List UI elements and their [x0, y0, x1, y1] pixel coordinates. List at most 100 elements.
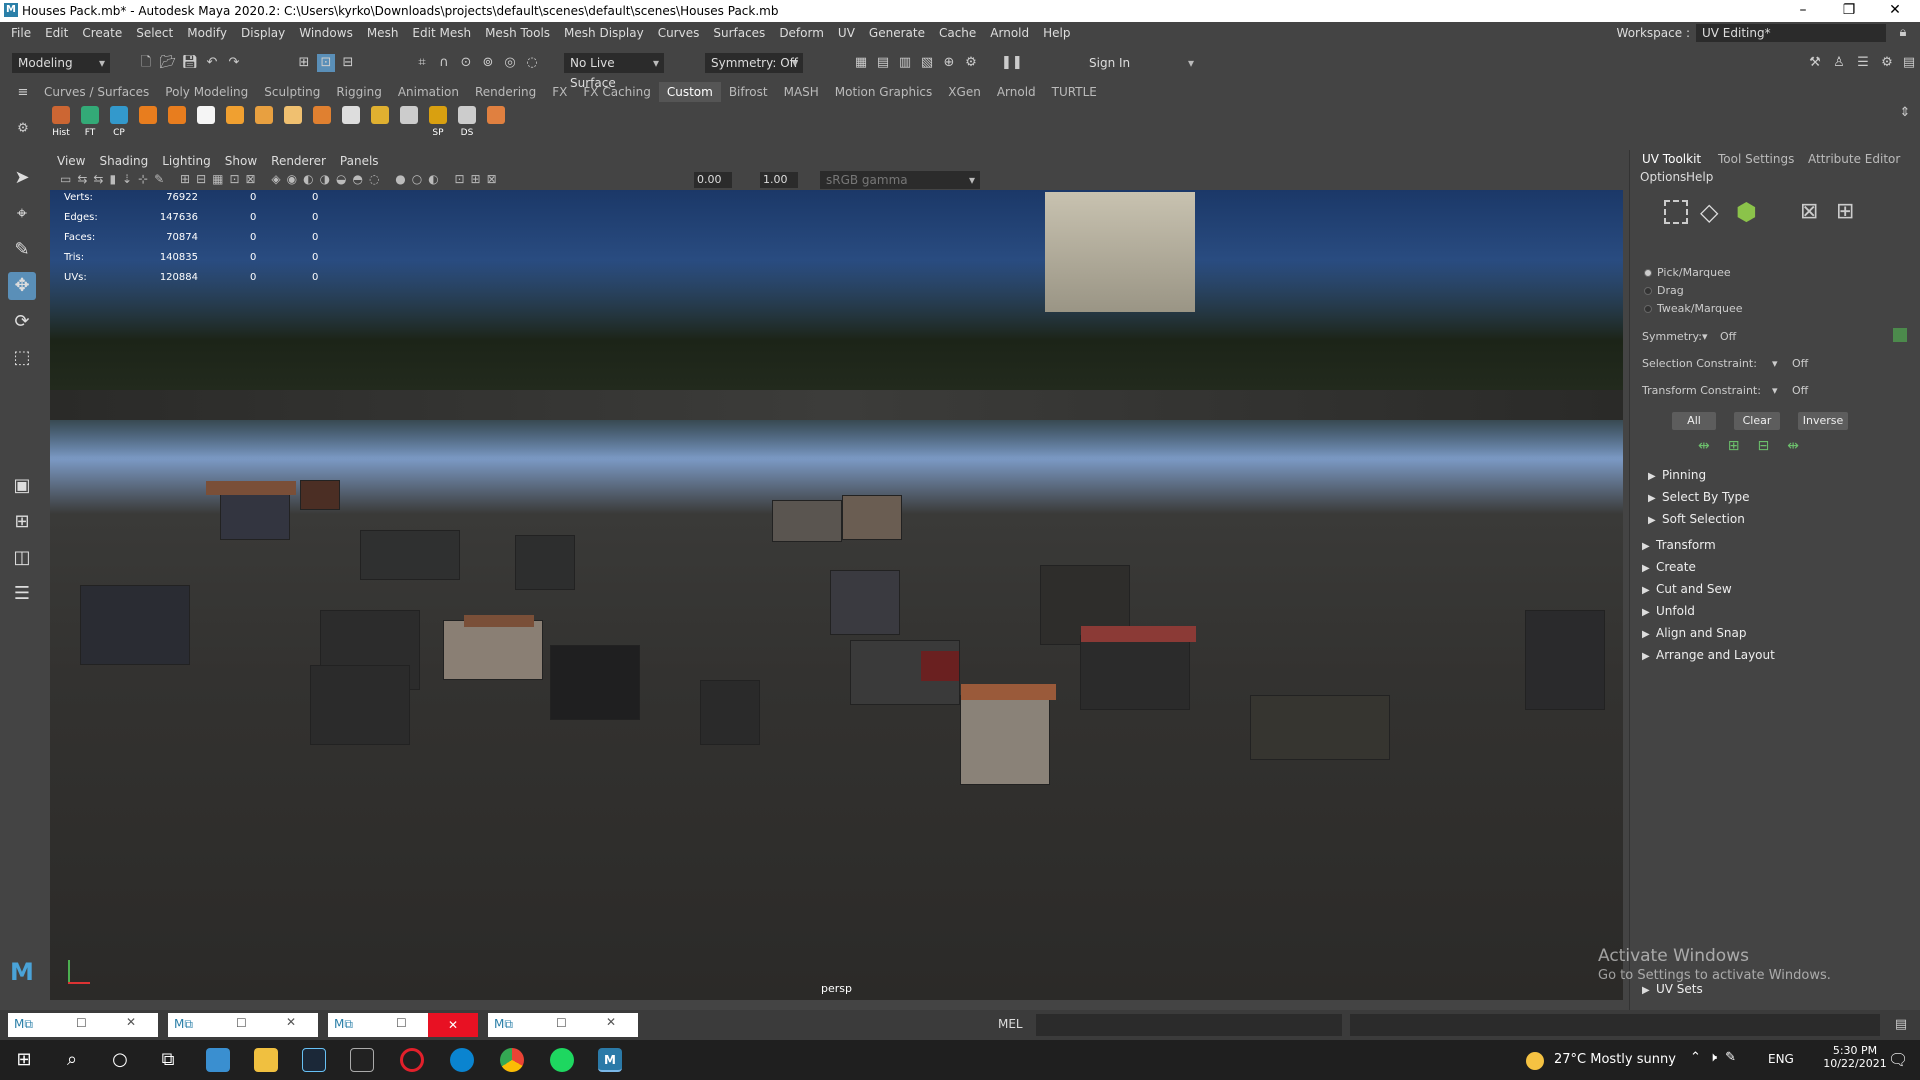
open-scene-icon[interactable]: 📂︎: [159, 54, 177, 72]
scale-tool-icon[interactable]: ⬚: [8, 344, 36, 372]
snap-plane-icon[interactable]: ⊚: [479, 54, 497, 72]
minimized-window[interactable]: M⧉ ☐ ✕: [328, 1013, 478, 1037]
ipr-render-icon[interactable]: ▤: [874, 54, 892, 72]
lasso-tool-icon[interactable]: ⌖: [8, 200, 36, 228]
select-component-icon[interactable]: ⊟: [339, 54, 357, 72]
symmetry-value[interactable]: Off: [1720, 330, 1736, 343]
section-align-and-snap[interactable]: ▶ Align and Snap: [1642, 624, 1914, 642]
house-model[interactable]: [360, 530, 460, 580]
shelf-button[interactable]: FT: [75, 104, 105, 138]
shelf-tab-curves-surfaces[interactable]: Curves / Surfaces: [36, 82, 157, 102]
section-pinning[interactable]: ▶ Pinning: [1642, 466, 1914, 484]
save-scene-icon[interactable]: 💾︎: [181, 54, 199, 72]
mode-radio-tweak-marquee[interactable]: Tweak/Marquee: [1644, 302, 1743, 315]
pause-viewport-icon[interactable]: ❚❚: [1001, 54, 1023, 72]
undo-icon[interactable]: ↶: [203, 54, 221, 72]
house-model[interactable]: [1250, 695, 1390, 760]
language-indicator[interactable]: ENG: [1768, 1052, 1794, 1066]
viewport-menu-lighting[interactable]: Lighting: [155, 152, 218, 170]
shelf-button[interactable]: [133, 104, 163, 136]
shelf-button[interactable]: [278, 104, 308, 136]
menu-surfaces[interactable]: Surfaces: [706, 22, 772, 44]
new-scene-icon[interactable]: 🗋︎: [137, 54, 155, 72]
menu-mesh-tools[interactable]: Mesh Tools: [478, 22, 557, 44]
edge-mode-icon[interactable]: ◇: [1700, 198, 1728, 226]
menu-display[interactable]: Display: [234, 22, 292, 44]
shelf-button[interactable]: Hist: [46, 104, 76, 138]
menu-cache[interactable]: Cache: [932, 22, 983, 44]
chrome-icon[interactable]: [500, 1048, 524, 1072]
lock-icon[interactable]: 🔒︎: [1894, 24, 1912, 42]
steam-icon[interactable]: [302, 1048, 326, 1072]
live-surface-field[interactable]: No Live Surface: [564, 53, 664, 90]
color-space-dropdown[interactable]: sRGB gamma: [820, 171, 980, 189]
shelf-button[interactable]: [307, 104, 337, 136]
selection-constraint-arrow-icon[interactable]: ▾: [1772, 357, 1778, 370]
menu-mesh-display[interactable]: Mesh Display: [557, 22, 651, 44]
sign-in-dropdown[interactable]: Sign In: [1083, 53, 1199, 73]
edge-icon[interactable]: [450, 1048, 474, 1072]
clear-selection-button[interactable]: Clear: [1734, 412, 1780, 430]
symmetry-toggle-icon[interactable]: [1893, 328, 1907, 342]
house-model[interactable]: [700, 680, 760, 745]
house-model[interactable]: [443, 615, 543, 680]
section-cut-and-sew[interactable]: ▶ Cut and Sew: [1642, 580, 1914, 598]
menu-file[interactable]: File: [4, 22, 38, 44]
house-model[interactable]: [850, 640, 960, 705]
menu-deform[interactable]: Deform: [772, 22, 831, 44]
shelf-tab-arnold[interactable]: Arnold: [989, 82, 1044, 102]
render-settings-icon[interactable]: ▥: [896, 54, 914, 72]
maximize-button[interactable]: ❐: [1826, 0, 1872, 22]
spotify-icon[interactable]: [550, 1048, 574, 1072]
outliner-icon[interactable]: ☰: [8, 580, 36, 608]
section-soft-selection[interactable]: ▶ Soft Selection: [1642, 510, 1914, 528]
snap-live-icon[interactable]: ◌: [523, 54, 541, 72]
shelf-button[interactable]: [481, 104, 511, 136]
tab-attribute-editor[interactable]: Attribute Editor: [1808, 152, 1900, 166]
shelf-tab-sculpting[interactable]: Sculpting: [256, 82, 328, 102]
select-hierarchy-icon[interactable]: ⊞: [295, 54, 313, 72]
shelf-tab-custom[interactable]: Custom: [658, 82, 721, 102]
move-tool-icon[interactable]: ✥: [8, 272, 36, 300]
mode-radio-pick-marquee[interactable]: Pick/Marquee: [1644, 266, 1731, 279]
menu-generate[interactable]: Generate: [862, 22, 932, 44]
menu-curves[interactable]: Curves: [651, 22, 707, 44]
epic-games-icon[interactable]: [350, 1048, 374, 1072]
pinned-app-icon[interactable]: [206, 1048, 230, 1072]
rotate-tool-icon[interactable]: ⟳: [8, 308, 36, 336]
shelf-tab-animation[interactable]: Animation: [390, 82, 467, 102]
house-model[interactable]: [960, 684, 1056, 785]
shelf-button[interactable]: [336, 104, 366, 136]
menu-set-dropdown[interactable]: Modeling: [12, 53, 110, 73]
paint-select-icon[interactable]: ✎: [8, 236, 36, 264]
shelf-button[interactable]: [249, 104, 279, 136]
shelf-button[interactable]: [191, 104, 221, 136]
single-view-icon[interactable]: ▣: [8, 472, 36, 500]
shelf-button[interactable]: SP: [423, 104, 453, 138]
house-model[interactable]: [842, 495, 902, 540]
symmetry-dropdown[interactable]: Symmetry: Off: [705, 53, 803, 73]
menu-create[interactable]: Create: [75, 22, 129, 44]
help-menu[interactable]: Help: [1686, 170, 1713, 184]
house-model[interactable]: [515, 535, 575, 590]
menu-edit[interactable]: Edit: [38, 22, 75, 44]
section-unfold[interactable]: ▶ Unfold: [1642, 602, 1914, 620]
tray-icons[interactable]: ⌃🕨︎✎: [1690, 1050, 1744, 1065]
snap-point-icon[interactable]: ⊙: [457, 54, 475, 72]
symmetry-arrow-icon[interactable]: ▾: [1702, 330, 1708, 343]
attribute-editor-icon[interactable]: ☰: [1854, 54, 1872, 72]
snap-surface-icon[interactable]: ◎: [501, 54, 519, 72]
house-model[interactable]: [310, 665, 410, 745]
house-model[interactable]: [80, 585, 190, 665]
tool-settings-icon[interactable]: ⚙︎: [1878, 54, 1896, 72]
house-model[interactable]: [1525, 610, 1605, 710]
menu-modify[interactable]: Modify: [180, 22, 234, 44]
viewport-persp[interactable]: Verts: 76922 0 0 Edges: 147636 0 0 Faces: 70874 0 0…: [50, 190, 1623, 1000]
cortana-icon[interactable]: ○: [108, 1048, 132, 1072]
maya-taskbar-icon[interactable]: M: [598, 1048, 622, 1072]
hypershade-icon[interactable]: ▧: [918, 54, 936, 72]
close-button[interactable]: ✕: [1872, 0, 1918, 22]
transform-constraint-value[interactable]: Off: [1792, 384, 1808, 397]
shelf-tab-motion-graphics[interactable]: Motion Graphics: [827, 82, 941, 102]
select-tool-icon[interactable]: ➤: [8, 164, 36, 192]
